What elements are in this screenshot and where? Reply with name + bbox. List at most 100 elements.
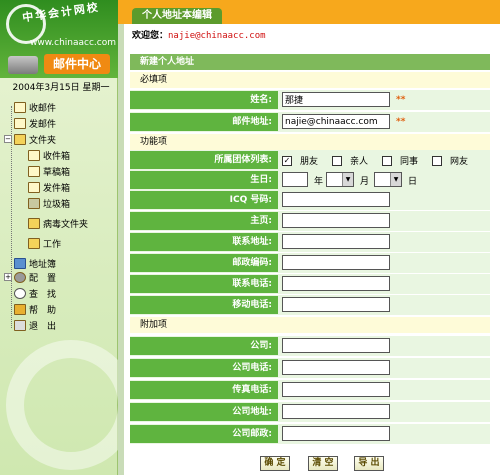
- postcode-field[interactable]: [282, 255, 390, 270]
- name-row: 姓名: **: [130, 90, 490, 110]
- nav-address-book[interactable]: 地址簿: [14, 256, 56, 270]
- checkbox[interactable]: [432, 155, 442, 166]
- nav-exit[interactable]: 退 出: [14, 318, 56, 332]
- birthday-row: 生日: 年 ▼ 月 ▼ 日: [130, 170, 490, 190]
- settings-icon: [14, 271, 26, 283]
- export-button[interactable]: 导 出: [354, 456, 384, 471]
- icq-field[interactable]: [282, 192, 390, 207]
- birthday-label: 生日:: [130, 171, 278, 189]
- homepage-label: 主页:: [130, 212, 278, 230]
- birth-year-field[interactable]: [282, 172, 308, 187]
- checkbox[interactable]: [332, 155, 342, 166]
- expand-icon[interactable]: +: [4, 273, 12, 281]
- fax-label: 传真电话:: [130, 381, 278, 399]
- drafts-icon: [28, 165, 40, 177]
- nav-label: 发邮件: [29, 119, 57, 130]
- checkbox-checked[interactable]: ✓: [282, 155, 292, 166]
- panel-title: 新建个人地址: [130, 54, 490, 70]
- company-address-field[interactable]: [282, 404, 390, 419]
- nav-label: 草稿箱: [43, 167, 71, 178]
- inbox-icon: [28, 149, 40, 161]
- nav-outbox[interactable]: 发件箱: [28, 180, 70, 194]
- mobile-field[interactable]: [282, 297, 390, 312]
- mobile-label: 移动电话:: [130, 296, 278, 314]
- company-phone-row: 公司电话:: [130, 358, 490, 378]
- nav-label: 退 出: [29, 321, 57, 332]
- day-unit: 日: [408, 177, 418, 187]
- nav-help[interactable]: 帮 助: [14, 302, 56, 316]
- folder-icon: [14, 133, 26, 145]
- birth-day-select[interactable]: ▼: [374, 172, 402, 187]
- contact-phone-label: 联系电话:: [130, 275, 278, 293]
- fax-field[interactable]: [282, 382, 390, 397]
- contact-phone-row: 联系电话:: [130, 274, 490, 294]
- mobile-row: 移动电话:: [130, 295, 490, 315]
- group-netfriend-label: 网友: [450, 157, 469, 167]
- content-border: [118, 24, 124, 475]
- company-postcode-field[interactable]: [282, 426, 390, 441]
- nav-label: 收件箱: [43, 151, 71, 162]
- outbox-icon: [28, 181, 40, 193]
- group-row: 所属团体列表: ✓ 朋友 亲人 同事 网友: [130, 150, 490, 170]
- month-unit: 月: [360, 177, 370, 187]
- send-mail-icon: [14, 117, 26, 129]
- nav-label: 工作: [43, 239, 62, 250]
- name-field[interactable]: [282, 92, 390, 107]
- contact-address-field[interactable]: [282, 234, 390, 249]
- group-friend[interactable]: ✓ 朋友: [282, 154, 318, 167]
- exit-icon: [14, 319, 26, 331]
- fax-row: 传真电话:: [130, 380, 490, 400]
- trash-icon: [28, 197, 40, 209]
- email-field[interactable]: [282, 114, 390, 129]
- nav-label: 发件箱: [43, 183, 71, 194]
- collapse-icon[interactable]: −: [4, 135, 12, 143]
- nav-work-folder[interactable]: 工作: [28, 236, 61, 250]
- mail-center-label: 邮件中心: [44, 54, 110, 74]
- clear-button[interactable]: 清 空: [308, 456, 338, 471]
- ok-button[interactable]: 确 定: [260, 456, 290, 471]
- email-label: 邮件地址:: [130, 113, 278, 131]
- nav-label: 帮 助: [29, 305, 57, 316]
- tab-address-edit[interactable]: 个人地址本编辑: [132, 8, 222, 24]
- nav-settings[interactable]: + 配 置: [4, 270, 56, 284]
- company-phone-label: 公司电话:: [130, 359, 278, 377]
- nav-send-mail[interactable]: 发邮件: [14, 116, 56, 130]
- mail-center-banner: 邮件中心: [8, 54, 112, 76]
- icq-row: ICQ 号码:: [130, 190, 490, 210]
- section-function: 功能项: [130, 134, 490, 150]
- nav-label: 收邮件: [29, 103, 57, 114]
- company-row: 公司:: [130, 336, 490, 356]
- company-field[interactable]: [282, 338, 390, 353]
- main-content: 个人地址本编辑 欢迎您：najie@chinaacc.com 新建个人地址 必填…: [118, 0, 500, 475]
- nav-folders[interactable]: − 文件夹: [4, 132, 56, 146]
- company-label: 公司:: [130, 337, 278, 355]
- nav-virus-folder[interactable]: 病毒文件夹: [28, 216, 88, 230]
- nav-receive-mail[interactable]: 收邮件: [14, 100, 56, 114]
- checkbox[interactable]: [382, 155, 392, 166]
- group-netfriend[interactable]: 网友: [432, 154, 468, 167]
- nav-inbox[interactable]: 收件箱: [28, 148, 70, 162]
- chevron-down-icon: ▼: [342, 173, 353, 186]
- group-colleague[interactable]: 同事: [382, 154, 418, 167]
- site-url: www.chinaacc.com: [30, 38, 116, 48]
- homepage-field[interactable]: [282, 213, 390, 228]
- welcome-prefix: 欢迎您：: [132, 31, 169, 41]
- company-postcode-row: 公司邮政:: [130, 424, 490, 444]
- nav-search[interactable]: 查 找: [14, 286, 56, 300]
- sidebar: 中华会计网校 www.chinaacc.com 邮件中心 2004年3月15日 …: [0, 0, 136, 475]
- nav-label: 文件夹: [29, 135, 57, 146]
- group-colleague-label: 同事: [400, 157, 419, 167]
- address-book-icon: [14, 257, 26, 269]
- contact-address-row: 联系地址:: [130, 232, 490, 252]
- company-address-row: 公司地址:: [130, 402, 490, 422]
- email-row: 邮件地址: **: [130, 112, 490, 132]
- help-icon: [14, 303, 26, 315]
- contact-phone-field[interactable]: [282, 276, 390, 291]
- nav-drafts[interactable]: 草稿箱: [28, 164, 70, 178]
- work-folder-icon: [28, 237, 40, 249]
- group-family[interactable]: 亲人: [332, 154, 368, 167]
- postcode-row: 邮政编码:: [130, 253, 490, 273]
- nav-trash[interactable]: 垃圾箱: [28, 196, 70, 210]
- company-phone-field[interactable]: [282, 360, 390, 375]
- birth-month-select[interactable]: ▼: [326, 172, 354, 187]
